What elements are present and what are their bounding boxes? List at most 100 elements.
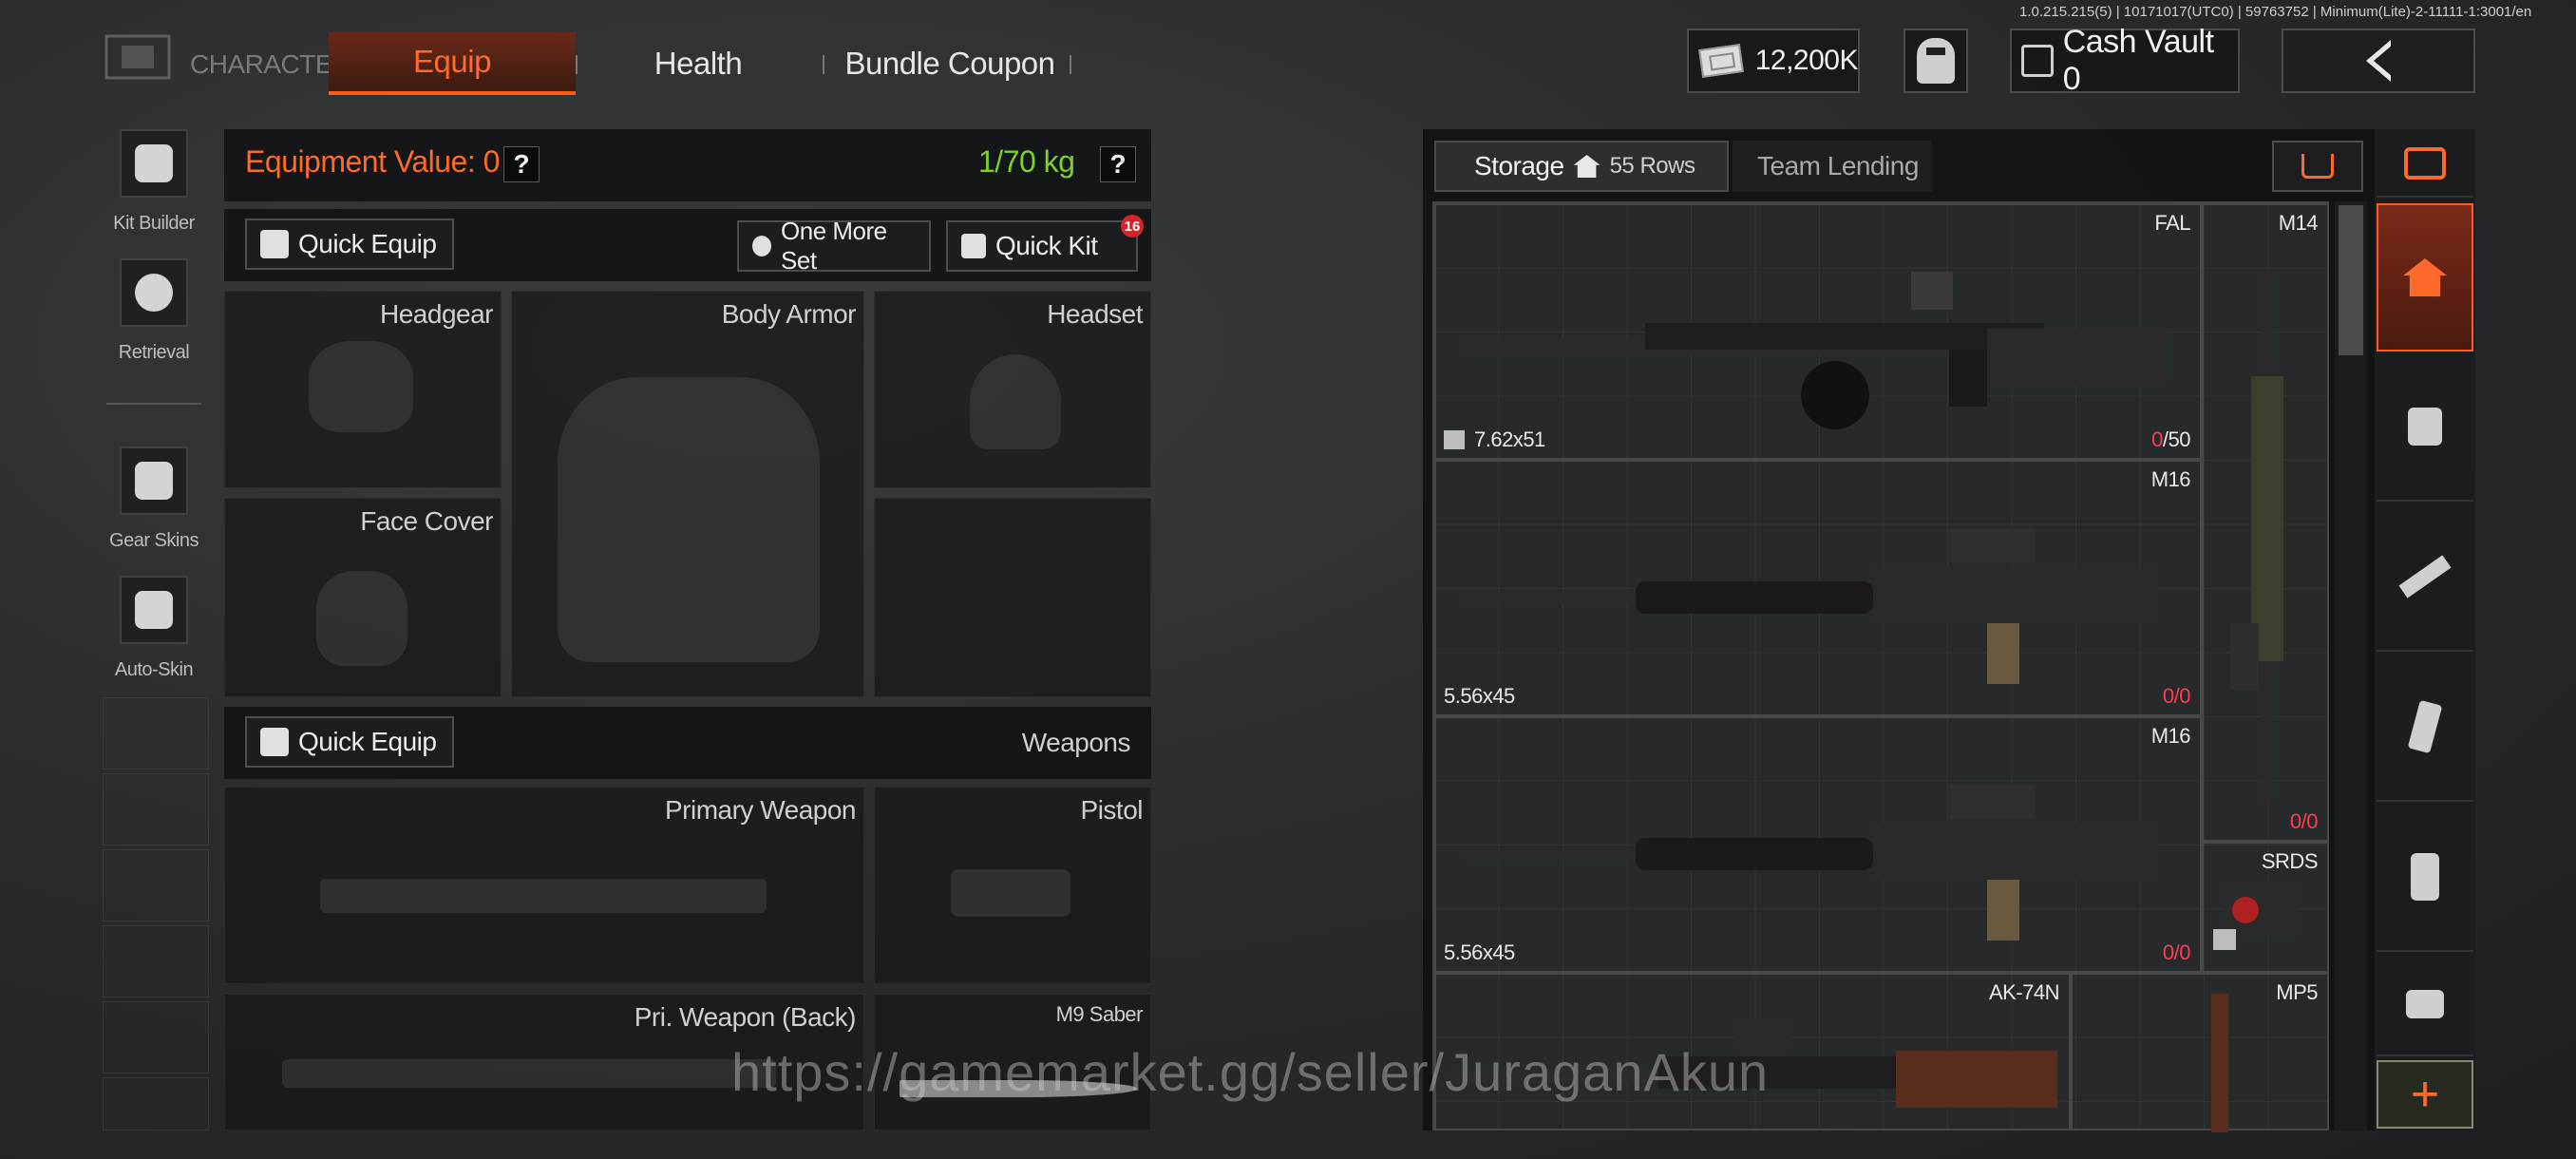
shield-icon bbox=[961, 234, 986, 258]
equipment-value: Equipment Value: 0 bbox=[245, 144, 500, 179]
face-cover-slot[interactable]: Face Cover bbox=[224, 498, 502, 697]
storage-item-m16[interactable]: M16 5.56x45 0/0 bbox=[1434, 716, 2202, 973]
tab-storage[interactable]: Storage 55 Rows bbox=[1434, 141, 1729, 192]
item-count-capacity: /0 bbox=[2173, 940, 2191, 964]
pistol-slot[interactable]: Pistol bbox=[874, 787, 1151, 984]
item-count-loaded: 0 bbox=[2162, 940, 2174, 964]
item-count-capacity: /0 bbox=[2301, 809, 2319, 833]
tab-divider bbox=[1070, 55, 1071, 74]
cash-vault-button[interactable]: Cash Vault 0 bbox=[2010, 24, 2240, 97]
body-armor-icon bbox=[558, 377, 820, 662]
storage-item-srds[interactable]: SRDS bbox=[2202, 842, 2329, 973]
item-name: M16 bbox=[2150, 724, 2191, 748]
sort-button[interactable] bbox=[2272, 141, 2363, 192]
empty-tool-slot bbox=[103, 697, 209, 770]
red-dot-sight-icon bbox=[2213, 885, 2299, 950]
headset-slot[interactable]: Headset bbox=[874, 291, 1151, 488]
category-attachment-button[interactable] bbox=[2377, 954, 2473, 1056]
quick-kit-badge: 16 bbox=[1121, 215, 1144, 238]
attachment-icon bbox=[2406, 990, 2444, 1018]
kit-builder-label: Kit Builder bbox=[113, 213, 195, 234]
face-cover-label: Face Cover bbox=[360, 506, 493, 536]
character-section-label: CHARACTER bbox=[190, 49, 351, 79]
storage-item-fal[interactable]: FAL 7.62x51 0/50 bbox=[1434, 203, 2202, 460]
category-magazine-button[interactable] bbox=[2377, 654, 2473, 802]
tab-divider bbox=[576, 55, 578, 74]
weapons-quick-equip-button[interactable]: Quick Equip bbox=[245, 716, 454, 768]
headgear-slot[interactable]: Headgear bbox=[224, 291, 502, 488]
kit-builder-button[interactable] bbox=[120, 129, 188, 198]
category-home-button[interactable] bbox=[2377, 203, 2473, 352]
storage-item-m16[interactable]: M16 5.56x45 0/0 bbox=[1434, 460, 2202, 716]
weapons-quick-equip-label: Quick Equip bbox=[298, 727, 437, 756]
quick-equip-label: Quick Equip bbox=[298, 229, 437, 258]
add-button[interactable]: + bbox=[2377, 1060, 2473, 1129]
item-ammo: 5.56x45 bbox=[1444, 684, 1515, 708]
primary-weapon-back-label: Pri. Weapon (Back) bbox=[634, 1002, 857, 1032]
armor-icon bbox=[2408, 408, 2442, 446]
tab-team-lending[interactable]: Team Lending bbox=[1733, 141, 1932, 192]
item-count-capacity: /0 bbox=[2173, 684, 2191, 708]
equipment-value-help-button[interactable]: ? bbox=[503, 146, 540, 182]
m16-rifle-icon bbox=[1465, 528, 2158, 684]
item-name: AK-74N bbox=[1988, 980, 2060, 1004]
weight-help-button[interactable]: ? bbox=[1100, 146, 1136, 182]
storage-item-mp5[interactable]: MP5 bbox=[2071, 973, 2329, 1132]
storage-tab-label: Storage bbox=[1474, 151, 1564, 180]
item-count: 0/50 bbox=[2151, 428, 2190, 452]
grenade-icon bbox=[2411, 853, 2439, 901]
item-ammo: 7.62x51 bbox=[1444, 428, 1545, 452]
sort-icon bbox=[2301, 154, 2334, 179]
storage-rows: 55 Rows bbox=[1609, 153, 1695, 179]
shirt-icon bbox=[260, 230, 289, 258]
category-all-button[interactable] bbox=[2377, 131, 2473, 198]
stack-icon bbox=[2404, 147, 2446, 180]
storage-scroll-thumb[interactable] bbox=[2339, 205, 2363, 355]
quick-equip-button[interactable]: Quick Equip bbox=[245, 218, 454, 270]
agent-button[interactable] bbox=[1904, 28, 1968, 93]
empty-tool-slot bbox=[103, 925, 209, 998]
melee-label: M9 Saber bbox=[1055, 1002, 1144, 1026]
category-armor-button[interactable] bbox=[2377, 353, 2473, 502]
empty-tool-slot bbox=[103, 1001, 209, 1074]
watermark: https://gamemarket.gg/seller/JuraganAkun bbox=[731, 1042, 1770, 1102]
empty-tool-slot bbox=[103, 1077, 209, 1130]
item-name: M16 bbox=[2150, 467, 2191, 491]
kit-builder-icon bbox=[135, 144, 173, 182]
primary-weapon-label: Primary Weapon bbox=[664, 795, 857, 825]
auto-skin-icon bbox=[135, 591, 173, 629]
item-ammo-label: 7.62x51 bbox=[1474, 428, 1545, 451]
item-count: 0/0 bbox=[2290, 809, 2319, 834]
fal-rifle-icon bbox=[1465, 272, 2168, 429]
headset-label: Headset bbox=[1047, 299, 1143, 329]
tab-divider bbox=[823, 55, 824, 74]
quick-kit-button[interactable]: Quick Kit bbox=[946, 220, 1138, 272]
back-button[interactable] bbox=[2282, 28, 2475, 93]
primary-weapon-slot[interactable]: Primary Weapon bbox=[224, 787, 864, 984]
storage-item-m14[interactable]: M14 0/0 bbox=[2202, 203, 2329, 842]
m14-rifle-icon bbox=[2230, 272, 2283, 804]
category-grenade-button[interactable] bbox=[2377, 804, 2473, 952]
empty-gear-slot[interactable] bbox=[874, 498, 1151, 697]
retrieval-button[interactable] bbox=[120, 258, 188, 327]
refresh-icon bbox=[752, 236, 772, 256]
cash-vault-label: Cash Vault 0 bbox=[2062, 24, 2214, 97]
auto-skin-button[interactable] bbox=[120, 576, 188, 644]
home-icon bbox=[2403, 258, 2447, 296]
retrieval-icon bbox=[135, 274, 173, 312]
empty-tool-slot bbox=[103, 849, 209, 922]
gear-skins-label: Gear Skins bbox=[109, 530, 199, 551]
money-display[interactable]: 12,200K bbox=[1687, 28, 1860, 93]
category-rifle-button[interactable] bbox=[2377, 504, 2473, 652]
item-count: 0/0 bbox=[2162, 940, 2191, 965]
one-more-set-button[interactable]: One More Set bbox=[737, 217, 931, 275]
gear-skins-button[interactable] bbox=[120, 446, 188, 515]
body-armor-slot[interactable]: Body Armor bbox=[511, 291, 864, 697]
rifle-icon bbox=[2398, 555, 2452, 598]
retrieval-label: Retrieval bbox=[118, 342, 190, 363]
weight-capacity: 1/70 kg bbox=[978, 144, 1075, 179]
tab-equip[interactable]: Equip bbox=[329, 32, 576, 95]
tab-health[interactable]: Health bbox=[598, 32, 798, 95]
magazine-icon bbox=[2407, 699, 2443, 754]
tab-bundle-coupon[interactable]: Bundle Coupon bbox=[826, 32, 1073, 95]
